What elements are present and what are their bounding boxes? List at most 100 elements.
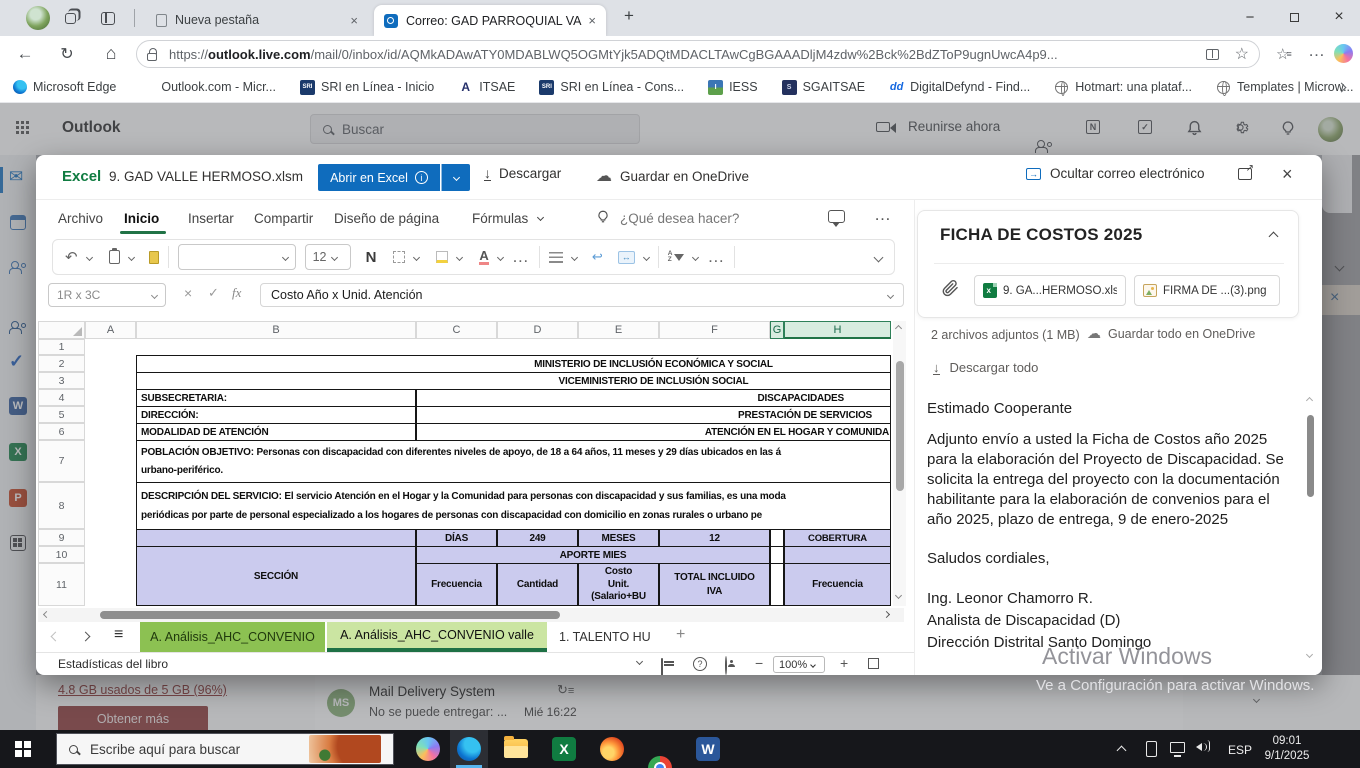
row-header[interactable]: 9 bbox=[38, 529, 85, 546]
bookmark-item[interactable]: Templates | Microw... bbox=[1216, 80, 1353, 95]
row-header[interactable]: 3 bbox=[38, 372, 85, 389]
accessibility-icon[interactable] bbox=[725, 656, 727, 675]
window-restore-button[interactable] bbox=[1272, 0, 1316, 34]
cell-costo-unit[interactable]: CostoUnit.(Salario+BU bbox=[578, 563, 659, 606]
cell-cantidad[interactable]: Cantidad bbox=[497, 563, 578, 606]
zoom-level-select[interactable]: 100% bbox=[773, 656, 825, 673]
column-header[interactable]: D bbox=[497, 321, 578, 339]
preview-close-icon[interactable]: × bbox=[1282, 164, 1293, 185]
sheet-list-icon[interactable]: ≡ bbox=[114, 626, 123, 644]
cell-subsecretaria-label[interactable]: SUBSECRETARIA: bbox=[136, 389, 416, 407]
back-icon[interactable]: ← bbox=[14, 43, 36, 65]
row-header[interactable]: 2 bbox=[38, 355, 85, 372]
tray-clock[interactable]: 09:01 9/1/2025 bbox=[1258, 734, 1316, 764]
firefox-icon[interactable] bbox=[600, 737, 624, 761]
cell-modalidad-value[interactable]: ATENCIÓN EN EL HOGAR Y COMUNIDA bbox=[416, 423, 891, 441]
merge-cells-icon[interactable]: ↔ bbox=[618, 251, 635, 264]
taskbar-edge-active-bg[interactable] bbox=[450, 730, 488, 768]
bookmark-item[interactable]: Microsoft Edge bbox=[12, 80, 116, 95]
bookmark-item[interactable]: SRI SRI en Línea - Cons... bbox=[539, 80, 684, 95]
window-minimize-button[interactable]: − bbox=[1228, 0, 1272, 34]
ribbon-more-icon[interactable]: … bbox=[874, 212, 892, 218]
help-icon[interactable]: ? bbox=[693, 657, 707, 671]
save-onedrive-button[interactable]: ☁ Guardar en OneDrive bbox=[596, 166, 749, 186]
row-header[interactable]: 10 bbox=[38, 546, 85, 563]
bookmark-item[interactable]: Hotmart: una plataf... bbox=[1054, 80, 1192, 95]
bold-button[interactable]: N bbox=[366, 249, 377, 266]
cell-aporte-mies[interactable]: APORTE MIES bbox=[416, 546, 770, 564]
url-text[interactable]: https://outlook.live.com/mail/0/inbox/id… bbox=[169, 47, 1058, 62]
column-header[interactable]: A bbox=[85, 321, 136, 339]
row-header[interactable]: 6 bbox=[38, 423, 85, 440]
cell-meses-value[interactable]: 12 bbox=[659, 529, 770, 547]
enter-icon[interactable]: ✓ bbox=[208, 285, 219, 301]
tab-close-icon[interactable]: × bbox=[588, 13, 596, 28]
borders-icon[interactable] bbox=[393, 251, 405, 263]
tab-diseno[interactable]: Diseño de página bbox=[334, 211, 439, 226]
taskbar-copilot-icon[interactable] bbox=[416, 737, 440, 761]
cell-subsecretaria-value[interactable]: DISCAPACIDADES bbox=[416, 389, 891, 407]
column-header[interactable]: C bbox=[416, 321, 497, 339]
cell-descripcion[interactable]: DESCRIPCIÓN DEL SERVICIO: El servicio At… bbox=[136, 482, 891, 530]
email-scrollbar-thumb[interactable] bbox=[1307, 415, 1314, 497]
font-color-icon[interactable]: A bbox=[479, 249, 488, 265]
comments-icon[interactable] bbox=[828, 210, 845, 223]
sheet-tab[interactable]: A. Análisis_AHC_CONVENIO bbox=[140, 622, 325, 652]
taskbar-word-icon[interactable]: W bbox=[696, 737, 720, 761]
favorites-bar-icon[interactable]: ☆≡ bbox=[1276, 44, 1296, 64]
fx-icon[interactable]: fx bbox=[232, 285, 241, 301]
row-header[interactable]: 8 bbox=[38, 482, 85, 529]
workspaces-icon[interactable] bbox=[62, 10, 78, 26]
favorite-star-icon[interactable]: ☆ bbox=[1235, 44, 1249, 64]
new-tab-button[interactable]: + bbox=[624, 6, 634, 26]
select-all-corner[interactable] bbox=[38, 321, 85, 339]
ribbon-collapse-icon[interactable] bbox=[874, 252, 884, 262]
cell-title1[interactable]: MINISTERIO DE INCLUSIÓN ECONÓMICA Y SOCI… bbox=[136, 355, 891, 373]
font-size-select[interactable]: 12 bbox=[305, 244, 351, 270]
tab-insertar[interactable]: Insertar bbox=[188, 211, 234, 226]
popout-icon[interactable]: ↗ bbox=[1238, 168, 1252, 180]
reload-icon[interactable]: ↻ bbox=[56, 43, 78, 65]
cell-gap[interactable] bbox=[770, 529, 784, 547]
browser-profile-avatar[interactable] bbox=[26, 6, 50, 30]
attachment-chip[interactable]: FIRMA DE ...(3).png bbox=[1134, 275, 1280, 306]
cell-dias-label[interactable]: DÍAS bbox=[416, 529, 497, 547]
browser-tab-active[interactable]: Correo: GAD PARROQUIAL VALLE × bbox=[374, 5, 606, 36]
bulb-icon[interactable] bbox=[596, 208, 610, 230]
bookmark-item[interactable]: I IESS bbox=[708, 80, 758, 95]
zoom-out-icon[interactable]: − bbox=[755, 655, 763, 671]
tab-formulas[interactable]: Fórmulas bbox=[472, 211, 543, 226]
file-explorer-icon[interactable] bbox=[504, 739, 528, 758]
bookmark-item[interactable]: S SGAITSAE bbox=[782, 80, 866, 95]
column-header[interactable]: H bbox=[784, 321, 891, 339]
tell-me-input[interactable]: ¿Qué desea hacer? bbox=[620, 211, 739, 226]
zoom-in-icon[interactable]: + bbox=[840, 655, 848, 671]
address-bar[interactable]: https://outlook.live.com/mail/0/inbox/id… bbox=[136, 40, 1260, 68]
taskbar-excel-icon[interactable]: X bbox=[552, 737, 576, 761]
keyboard-icon[interactable] bbox=[661, 658, 663, 675]
lock-icon[interactable] bbox=[147, 53, 157, 61]
row-header[interactable]: 7 bbox=[38, 440, 85, 482]
tab-inicio[interactable]: Inicio bbox=[124, 211, 159, 226]
undo-icon[interactable]: ↶ bbox=[65, 248, 78, 266]
grid-vertical-scrollbar[interactable] bbox=[893, 321, 906, 606]
row-header[interactable]: 1 bbox=[38, 339, 85, 355]
row-header[interactable]: 5 bbox=[38, 406, 85, 423]
h-scrollbar[interactable] bbox=[38, 608, 904, 622]
copilot-icon[interactable] bbox=[1334, 44, 1353, 63]
sheet-tab-next-icon[interactable] bbox=[81, 632, 91, 642]
vertical-tabs-icon[interactable] bbox=[100, 10, 116, 26]
paste-icon[interactable] bbox=[109, 250, 120, 264]
align-icon[interactable] bbox=[549, 252, 563, 263]
format-painter-icon[interactable] bbox=[149, 251, 159, 264]
bookmark-item[interactable]: Outlook.com - Micr... bbox=[140, 80, 276, 95]
scrollbar-thumb[interactable] bbox=[896, 361, 904, 491]
download-all-button[interactable]: ↓ Descargar todo bbox=[933, 360, 1038, 375]
cell-blank[interactable] bbox=[784, 546, 891, 564]
font-more-icon[interactable]: … bbox=[512, 254, 530, 260]
hide-email-button[interactable]: → Ocultar correo electrónico bbox=[1026, 166, 1205, 181]
search-highlight-image[interactable] bbox=[309, 735, 381, 763]
tray-network-icon[interactable] bbox=[1170, 742, 1185, 753]
column-header[interactable]: G bbox=[770, 321, 784, 339]
fullscreen-icon[interactable] bbox=[868, 658, 879, 669]
